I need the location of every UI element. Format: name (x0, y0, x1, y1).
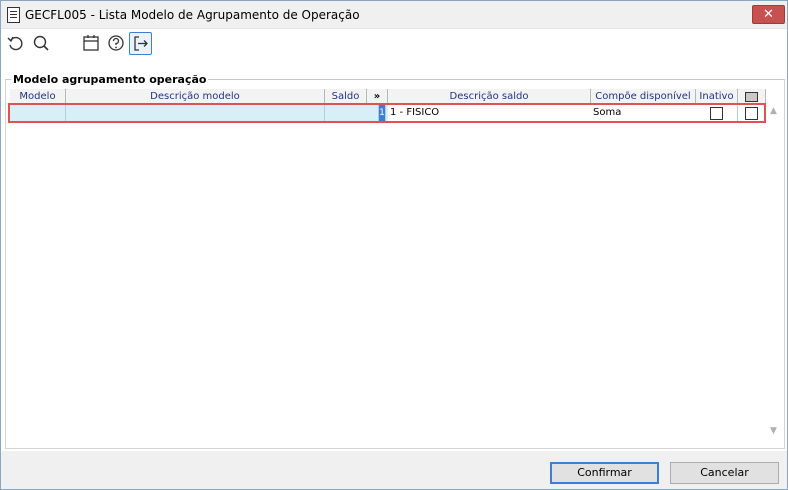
window-title: GECFL005 - Lista Modelo de Agrupamento d… (25, 8, 360, 22)
cell-select (738, 105, 765, 121)
select-all-icon (745, 92, 758, 102)
column-header-expand[interactable]: » (367, 89, 388, 105)
calendar-icon[interactable] (80, 32, 102, 54)
cell-saldo[interactable] (325, 105, 379, 121)
inativo-checkbox[interactable] (710, 107, 723, 120)
scroll-down-icon[interactable]: ▼ (770, 427, 778, 436)
cell-inativo (696, 105, 738, 121)
table-row[interactable]: 1 1 - FISICO Soma (10, 105, 765, 121)
cell-compoe-disponivel[interactable]: Soma (591, 105, 698, 121)
data-grid: Modelo Descrição modelo Saldo » Descriçã… (10, 89, 767, 439)
column-header-modelo[interactable]: Modelo (10, 89, 66, 105)
column-header-descricao-modelo[interactable]: Descrição modelo (66, 89, 325, 105)
column-header-descricao-saldo[interactable]: Descrição saldo (388, 89, 591, 105)
row-select-checkbox[interactable] (745, 107, 758, 120)
document-icon (7, 7, 20, 23)
title-bar: GECFL005 - Lista Modelo de Agrupamento d… (1, 1, 787, 29)
search-icon[interactable] (30, 32, 52, 54)
scroll-up-icon[interactable]: ▲ (770, 107, 778, 116)
dialog-window: GECFL005 - Lista Modelo de Agrupamento d… (0, 0, 788, 490)
column-header-select[interactable] (738, 89, 766, 105)
cell-descricao-saldo[interactable]: 1 - FISICO (388, 105, 593, 121)
close-button[interactable]: ✕ (752, 5, 785, 24)
column-header-compoe-disponivel[interactable]: Compõe disponível (591, 89, 696, 105)
cell-saldo-code[interactable]: 1 (379, 105, 386, 121)
refresh-icon[interactable] (5, 32, 27, 54)
cancel-button[interactable]: Cancelar (670, 462, 779, 484)
vertical-scrollbar[interactable]: ▲ ▼ (767, 105, 781, 439)
help-icon[interactable] (105, 32, 127, 54)
column-header-inativo[interactable]: Inativo (696, 89, 738, 105)
group-legend: Modelo agrupamento operação (11, 73, 209, 86)
confirm-button[interactable]: Confirmar (550, 462, 659, 484)
exit-icon[interactable] (129, 32, 152, 55)
column-header-saldo[interactable]: Saldo (325, 89, 367, 105)
cell-modelo[interactable] (10, 105, 66, 121)
cell-descricao-modelo[interactable] (66, 105, 325, 121)
